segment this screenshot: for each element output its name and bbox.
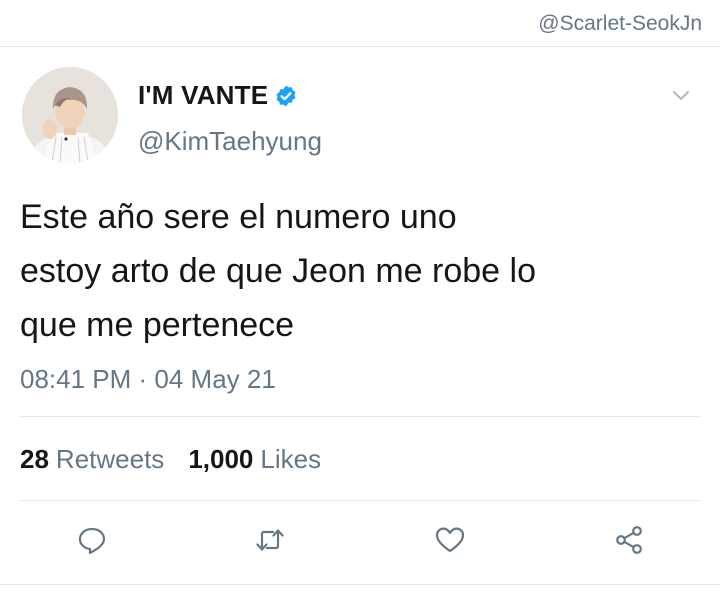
chevron-down-icon[interactable] <box>670 84 692 106</box>
display-name-row[interactable]: I'M VANTE <box>138 80 298 111</box>
retweets-stat[interactable]: 28 Retweets <box>20 444 164 475</box>
tweet-stats: 28 Retweets 1,000 Likes <box>20 444 321 475</box>
tweet-text-line: que me pertenece <box>20 306 295 344</box>
watermark: @Scarlet-SeokJn <box>538 12 702 35</box>
tweet-text: Este año sere el numero uno estoy arto d… <box>20 190 700 352</box>
retweets-count: 28 <box>20 444 49 474</box>
avatar-image <box>22 67 118 163</box>
reply-icon <box>78 527 106 555</box>
retweet-icon <box>256 529 284 551</box>
user-handle[interactable]: @KimTaehyung <box>138 126 322 157</box>
likes-count: 1,000 <box>188 444 254 474</box>
tweet-text-line: Este año sere el numero uno <box>20 198 457 236</box>
tweet-screenshot: @Scarlet-SeokJn I'M VANTE @KimTaehyung E… <box>0 0 720 596</box>
like-button[interactable] <box>430 520 470 560</box>
retweet-button[interactable] <box>250 520 290 560</box>
likes-stat[interactable]: 1,000 Likes <box>188 444 321 475</box>
action-bar <box>0 520 720 564</box>
reply-button[interactable] <box>72 520 112 560</box>
tweet-text-line: estoy arto de que Jeon me robe lo <box>20 252 536 290</box>
heart-icon <box>435 527 465 553</box>
tweet-timestamp[interactable]: 08:41 PM · 04 May 21 <box>20 364 276 395</box>
avatar[interactable] <box>22 67 118 163</box>
display-name[interactable]: I'M VANTE <box>138 80 268 111</box>
divider <box>20 416 700 417</box>
share-button[interactable] <box>609 520 649 560</box>
retweets-label: Retweets <box>55 444 165 474</box>
verified-badge-icon <box>274 84 298 108</box>
divider <box>20 500 700 501</box>
share-icon <box>616 526 642 554</box>
divider <box>0 584 720 585</box>
likes-label: Likes <box>260 444 322 474</box>
divider <box>0 46 720 47</box>
